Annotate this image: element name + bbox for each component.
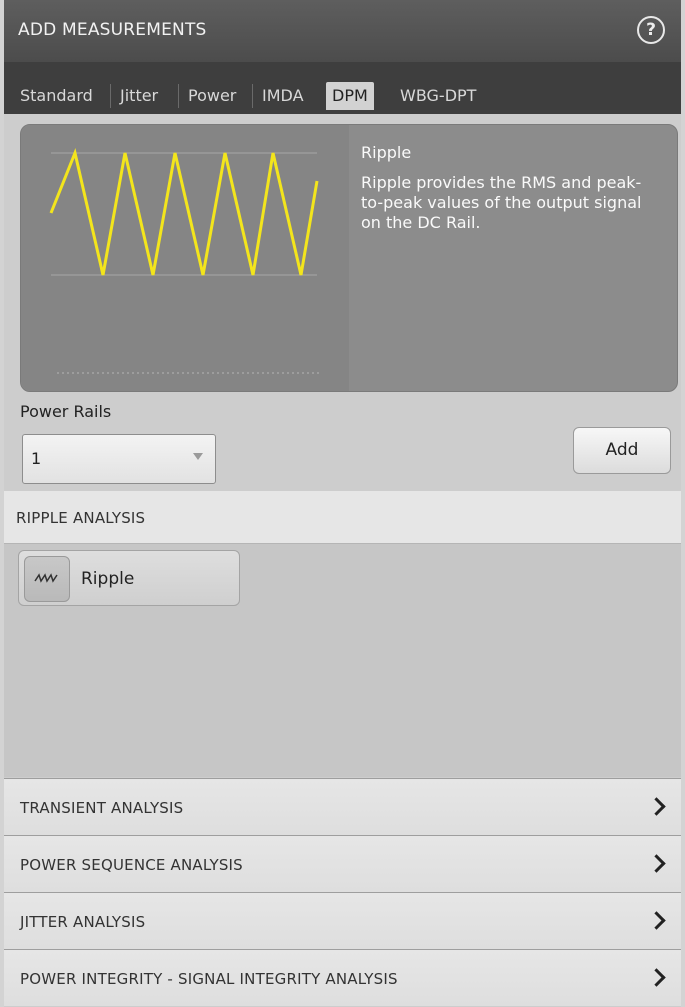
tab-divider (110, 84, 111, 108)
ripple-wave-icon (24, 556, 70, 602)
power-sequence-analysis-section[interactable]: POWER SEQUENCE ANALYSIS (4, 835, 681, 892)
tab-dpm[interactable]: DPM (326, 82, 374, 110)
chevron-right-icon (647, 911, 666, 930)
section-title: POWER SEQUENCE ANALYSIS (20, 856, 243, 874)
panel-header: ADD MEASUREMENTS ? (4, 0, 681, 62)
tab-divider (252, 84, 253, 108)
section-title: POWER INTEGRITY - SIGNAL INTEGRITY ANALY… (20, 970, 398, 988)
section-title: RIPPLE ANALYSIS (16, 509, 146, 527)
tab-power[interactable]: Power (182, 82, 242, 110)
add-measurements-panel: ADD MEASUREMENTS ? Standard Jitter Power… (0, 0, 685, 1007)
chevron-right-icon (647, 854, 666, 873)
ripple-measurement-tile[interactable]: Ripple (18, 550, 240, 606)
tab-imda[interactable]: IMDA (256, 82, 310, 110)
transient-analysis-section[interactable]: TRANSIENT ANALYSIS (4, 778, 681, 835)
tab-wbg-dpt[interactable]: WBG-DPT (394, 82, 482, 110)
chevron-right-icon (647, 797, 666, 816)
ripple-analysis-header[interactable]: RIPPLE ANALYSIS (4, 491, 681, 544)
measurement-info-card: Ripple Ripple provides the RMS and peak-… (20, 124, 678, 392)
ripple-waveform-icon (49, 147, 321, 374)
power-rails-label: Power Rails (20, 402, 112, 421)
add-button[interactable]: Add (573, 427, 671, 474)
power-integrity-signal-integrity-section[interactable]: POWER INTEGRITY - SIGNAL INTEGRITY ANALY… (4, 949, 681, 1006)
ripple-preview (21, 125, 349, 391)
dropdown-arrow-icon (193, 453, 203, 460)
panel-title: ADD MEASUREMENTS (18, 20, 207, 40)
measurement-description: Ripple provides the RMS and peak-to-peak… (361, 173, 642, 232)
ripple-tile-label: Ripple (81, 569, 135, 589)
measurement-title: Ripple (361, 143, 412, 162)
tab-bar: Standard Jitter Power IMDA DPM WBG-DPT (4, 62, 681, 114)
ripple-analysis-body: Ripple (4, 544, 681, 777)
chevron-right-icon (647, 968, 666, 987)
section-title: JITTER ANALYSIS (20, 913, 146, 931)
power-rails-dropdown[interactable]: 1 (22, 434, 216, 484)
content-area: Ripple Ripple provides the RMS and peak-… (4, 114, 681, 1007)
tab-standard[interactable]: Standard (14, 82, 99, 110)
help-icon[interactable]: ? (637, 16, 665, 44)
tab-jitter[interactable]: Jitter (114, 82, 164, 110)
jitter-analysis-section[interactable]: JITTER ANALYSIS (4, 892, 681, 949)
power-rails-value: 1 (31, 449, 42, 468)
section-title: TRANSIENT ANALYSIS (20, 799, 184, 817)
tab-divider (178, 84, 179, 108)
